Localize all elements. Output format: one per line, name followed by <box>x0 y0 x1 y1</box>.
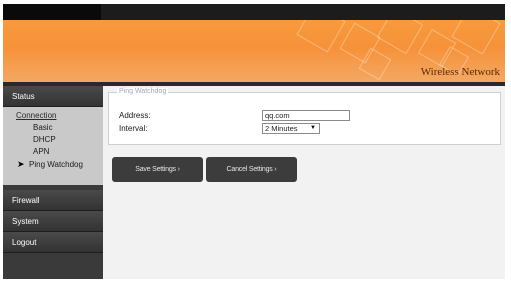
sidebar-item-label: Ping Watchdog <box>29 160 83 169</box>
sidebar-item-basic[interactable]: Basic <box>3 122 103 134</box>
sidebar-item-apn[interactable]: APN <box>3 146 103 158</box>
header-banner: Wireless Network <box>3 20 505 82</box>
hex-decoration <box>296 20 346 53</box>
cancel-settings-button[interactable]: Cancel Settings › <box>206 157 297 182</box>
save-settings-button[interactable]: Save Settings › <box>112 157 203 182</box>
sidebar-item-ping-watchdog[interactable]: ➤ Ping Watchdog <box>3 158 103 170</box>
router-admin-window: Wireless Network Status Connection Basic… <box>3 4 505 279</box>
chevron-down-icon: ▼ <box>310 125 316 131</box>
section-title: Ping Watchdog <box>117 88 169 95</box>
sidebar-item-connection[interactable]: Connection <box>3 110 103 122</box>
sidebar-item-status[interactable]: Status <box>3 86 103 107</box>
sidebar-item-dhcp[interactable]: DHCP <box>3 134 103 146</box>
sidebar-item-logout[interactable]: Logout <box>3 232 103 253</box>
sidebar-item-firewall[interactable]: Firewall <box>3 190 103 211</box>
hex-decoration <box>451 20 501 55</box>
address-input[interactable] <box>262 110 350 121</box>
interval-select[interactable]: 2 Minutes ▼ <box>262 123 320 134</box>
save-button-label: Save Settings <box>135 166 176 173</box>
top-bar-right <box>101 4 505 20</box>
interval-label: Interval: <box>119 124 148 133</box>
sidebar-nav: Status Connection Basic DHCP APN ➤ Ping W… <box>3 86 103 279</box>
arrow-right-icon: ➤ <box>17 159 25 169</box>
cancel-button-label: Cancel Settings <box>226 166 273 173</box>
status-submenu: Connection Basic DHCP APN ➤ Ping Watchdog <box>3 107 103 185</box>
address-label: Address: <box>119 111 151 120</box>
main-content: Ping Watchdog Address: Interval: 2 Minut… <box>103 86 505 279</box>
interval-selected-value: 2 Minutes <box>265 124 298 133</box>
ping-watchdog-fieldset: Ping Watchdog Address: Interval: 2 Minut… <box>108 88 501 145</box>
hex-decoration <box>376 20 424 55</box>
brand-title: Wireless Network <box>420 66 500 78</box>
sidebar-item-system[interactable]: System <box>3 211 103 232</box>
